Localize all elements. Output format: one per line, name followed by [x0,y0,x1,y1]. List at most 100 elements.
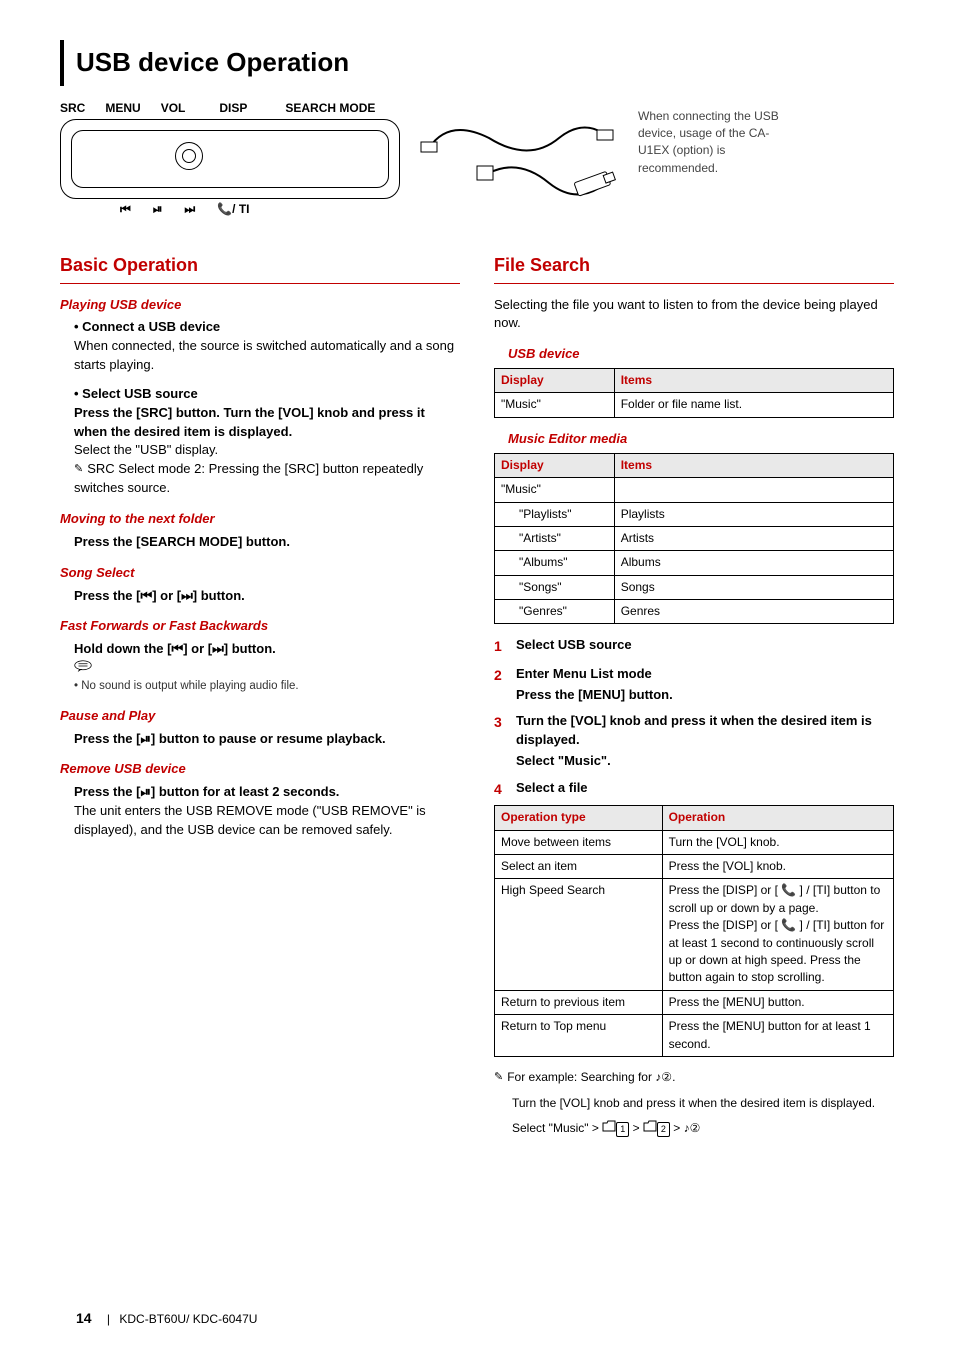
cell: Return to previous item [495,990,663,1014]
pencil-icon: ✎ [74,462,83,478]
th-display: Display [495,453,615,477]
fast-pre: Hold down the [ [74,641,171,656]
play-pause-icon: ⏯ [140,731,150,746]
cell: Albums [614,551,893,575]
two-columns: Basic Operation Playing USB device • Con… [60,246,894,1137]
connect-note: When connecting the USB device, usage of… [638,108,788,178]
song-text: Press the [⏮] or [⏭] button. [74,587,460,606]
next-icon: ⏭ [212,641,224,656]
vol-knob-illustration [175,142,203,170]
sub-moving: Moving to the next folder [60,510,460,529]
cell-line: Press the [DISP] or [ 📞 ] / [TI] button … [669,917,887,987]
play-pause-icon: ⏯ [140,784,150,799]
song-mid: ] or [ [152,588,181,603]
step-number: 1 [494,636,508,656]
cell: Press the [MENU] button. [662,990,893,1014]
label-disp: DISP [219,100,247,117]
step-number: 4 [494,779,508,799]
sub-playing: Playing USB device [60,296,460,315]
cell-items: Folder or file name list. [614,393,893,417]
table-row: "Playlists"Playlists [495,502,894,526]
table-row: Display Items [495,369,894,393]
bullet-select-text2: Select the "USB" display. [74,441,460,460]
next-icon: ⏭ [181,588,193,603]
cell: Artists [614,526,893,550]
cell: "Artists" [495,526,615,550]
label-play: ⏯ [153,201,163,218]
label-prev: ⏮ [120,201,131,218]
table-row: Display Items [495,453,894,477]
bullet-select-text1: Press the [SRC] button. Turn the [VOL] k… [74,404,460,442]
sub-fast: Fast Forwards or Fast Backwards [60,617,460,636]
remove-pre: Press the [ [74,784,140,799]
fast-text: Hold down the [⏮] or [⏭] button. [74,640,460,659]
cell [614,478,893,502]
step-title: Select USB source [516,636,894,655]
cell: Songs [614,575,893,599]
table-row: Return to previous itemPress the [MENU] … [495,990,894,1014]
label-next: ⏭ [184,201,195,218]
page-footer: 14 | KDC-BT60U/ KDC-6047U [76,1308,257,1328]
th-op-type: Operation type [495,806,663,830]
stereo-faceplate-illustration [60,119,400,199]
sub-music-editor: Music Editor media [508,430,894,449]
label-phone-ti: 📞/ TI [217,201,249,218]
heading-rule [60,283,460,284]
cell: "Albums" [495,551,615,575]
table-row: "Songs"Songs [495,575,894,599]
step-title: Enter Menu List mode [516,665,894,684]
usb-table: Display Items "Music" Folder or file nam… [494,368,894,418]
step-title: Turn the [VOL] knob and press it when th… [516,712,894,750]
pause-post: ] button to pause or resume playback. [151,731,386,746]
table-row: High Speed Search Press the [DISP] or [ … [495,879,894,990]
bottom-labels: ⏮ ⏯ ⏭ 📞/ TI [60,201,400,218]
pencil-icon: ✎ [494,1070,503,1086]
sub-remove: Remove USB device [60,760,460,779]
sub-song: Song Select [60,564,460,583]
ex3-mid1: > [633,1121,643,1135]
th-op: Operation [662,806,893,830]
step-4: 4 Select a file [494,779,894,799]
prev-icon: ⏮ [140,588,152,603]
example-line-2: Turn the [VOL] knob and press it when th… [512,1095,894,1112]
prev-icon: ⏮ [171,641,183,656]
cell: "Songs" [495,575,615,599]
ex1-pre: For example: Searching for [507,1070,655,1084]
cell: Press the [MENU] button for at least 1 s… [662,1015,893,1057]
ex3-mid2: > [673,1121,683,1135]
label-search-mode: SEARCH MODE [285,100,375,117]
step-2: 2 Enter Menu List mode Press the [MENU] … [494,665,894,705]
table-row: Select an itemPress the [VOL] knob. [495,855,894,879]
file-search-intro: Selecting the file you want to listen to… [494,296,894,334]
step-number: 2 [494,665,508,705]
cell: Press the [DISP] or [ 📞 ] / [TI] button … [662,879,893,990]
cell: "Genres" [495,600,615,624]
stereo-diagram: SRC MENU VOL DISP SEARCH MODE ⏮ ⏯ ⏭ 📞/ T… [60,100,400,219]
table-row: "Genres"Genres [495,600,894,624]
example-line-3: Select "Music" > 1 > 2 > ♪② [512,1120,894,1138]
heading-basic-operation: Basic Operation [60,252,460,278]
folder-icon [643,1120,657,1137]
page-number: 14 [76,1310,92,1326]
cell: Genres [614,600,893,624]
heading-file-search: File Search [494,252,894,278]
operations-table: Operation type Operation Move between it… [494,805,894,1057]
table-row: Return to Top menuPress the [MENU] butto… [495,1015,894,1057]
step-text: Press the [MENU] button. [516,686,894,705]
bullet-select-title: • Select USB source [74,385,460,404]
song-pre: Press the [ [74,588,140,603]
table-row: "Music" [495,478,894,502]
label-vol: VOL [161,100,186,117]
moving-text: Press the [SEARCH MODE] button. [74,533,460,552]
right-column: File Search Selecting the file you want … [494,246,894,1137]
fast-note: No sound is output while playing audio f… [74,678,460,695]
note-icon-wrap [74,659,460,678]
fast-mid: ] or [ [183,641,212,656]
step-title: Select a file [516,779,894,798]
pause-text: Press the [⏯] button to pause or resume … [74,730,460,749]
cell: High Speed Search [495,879,663,990]
table-row: "Artists"Artists [495,526,894,550]
folder-1-badge: 1 [616,1122,629,1137]
table-row: Move between itemsTurn the [VOL] knob. [495,830,894,854]
cell: "Playlists" [495,502,615,526]
